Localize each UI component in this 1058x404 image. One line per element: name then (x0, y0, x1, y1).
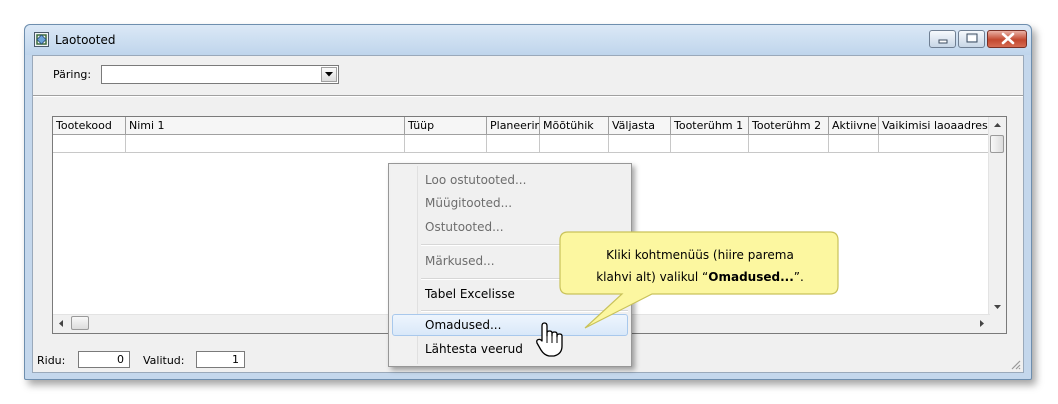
callout-text: Kliki kohtmenüüs (hiire parema klahvi al… (566, 244, 834, 288)
callout-line-1: Kliki kohtmenüüs (hiire parema (606, 248, 794, 262)
hand-cursor-icon (536, 322, 563, 357)
callout-line-2: klahvi alt) valikul “Omadused...”. (596, 270, 804, 284)
callout-bubble (559, 231, 839, 329)
